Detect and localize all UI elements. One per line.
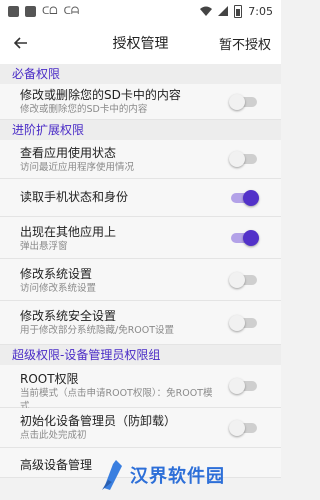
permission-row-secure-settings[interactable]: 修改系统安全设置 用于修改部分系统隐藏/免ROOT设置 xyxy=(0,301,281,345)
co-icon: ᑕᗩ xyxy=(63,5,80,17)
permission-subtitle: 访问修改系统设置 xyxy=(20,283,97,294)
toggle-switch[interactable] xyxy=(229,151,259,167)
watermark: 汉界软件园 xyxy=(100,450,281,500)
signal-icon xyxy=(218,6,229,16)
permission-title: 修改系统安全设置 xyxy=(20,309,117,323)
back-arrow-icon xyxy=(14,37,27,49)
logo-icon xyxy=(102,460,122,490)
battery-icon xyxy=(234,4,243,18)
permission-title: 修改或删除您的SD卡中的内容 xyxy=(20,88,181,102)
toggle-switch[interactable] xyxy=(229,315,259,331)
permission-row-overlay[interactable]: 出现在其他应用上 弹出悬浮窗 xyxy=(0,217,281,259)
toggle-switch[interactable] xyxy=(229,420,259,436)
toggle-switch[interactable] xyxy=(229,190,259,206)
status-bar: ᑕᗝ ᑕᗩ 7:05 xyxy=(0,0,281,22)
permission-subtitle: 弹出悬浮窗 xyxy=(20,241,68,252)
section-header-advanced: 进阶扩展权限 xyxy=(0,120,281,140)
permission-row-phone-state[interactable]: 读取手机状态和身份 xyxy=(0,179,281,217)
permission-subtitle: 点击此处完成初 xyxy=(20,430,87,441)
square-icon xyxy=(8,5,19,17)
permission-subtitle: 访问最近应用程序使用情况 xyxy=(20,162,135,173)
permission-row-root[interactable]: ROOT权限 当前模式（点击申请ROOT权限）：免ROOT模式 xyxy=(0,365,281,412)
wifi-icon xyxy=(200,6,213,16)
status-time: 7:05 xyxy=(248,4,273,18)
toggle-switch[interactable] xyxy=(229,378,259,394)
toggle-switch[interactable] xyxy=(229,272,259,288)
permission-row-sd-card[interactable]: 修改或删除您的SD卡中的内容 修改或删除您的SD卡中的内容 xyxy=(0,84,281,120)
watermark-text: 汉界软件园 xyxy=(130,466,225,487)
permission-row-usage-stats[interactable]: 查看应用使用状态 访问最近应用程序使用情况 xyxy=(0,140,281,179)
permission-title: 读取手机状态和身份 xyxy=(20,190,129,204)
section-header-required: 必备权限 xyxy=(0,64,281,84)
permission-title: ROOT权限 xyxy=(20,372,79,386)
permission-title: 初始化设备管理员（防卸载） xyxy=(20,414,177,428)
permission-title: 修改系统设置 xyxy=(20,267,93,281)
permission-row-system-settings[interactable]: 修改系统设置 访问修改系统设置 xyxy=(0,259,281,301)
permission-title: 查看应用使用状态 xyxy=(20,146,117,160)
permission-subtitle: 用于修改部分系统隐藏/免ROOT设置 xyxy=(20,325,175,336)
status-bar-system-icons: 7:05 xyxy=(200,4,273,18)
permission-list: 必备权限 修改或删除您的SD卡中的内容 修改或删除您的SD卡中的内容 进阶扩展权… xyxy=(0,64,281,500)
back-button[interactable] xyxy=(10,32,32,54)
section-header-super: 超级权限-设备管理员权限组 xyxy=(0,345,281,365)
skip-authorization-button[interactable]: 暂不授权 xyxy=(219,34,271,53)
permission-title: 出现在其他应用上 xyxy=(20,225,117,239)
toggle-switch[interactable] xyxy=(229,94,259,110)
permission-subtitle: 修改或删除您的SD卡中的内容 xyxy=(20,104,148,115)
square-icon xyxy=(25,5,36,17)
co-icon: ᑕᗝ xyxy=(42,5,58,17)
app-bar: 授权管理 暂不授权 xyxy=(0,22,281,64)
status-bar-notification-icons: ᑕᗝ ᑕᗩ xyxy=(8,5,80,17)
permission-row-device-admin[interactable]: 初始化设备管理员（防卸载） 点击此处完成初 xyxy=(0,408,281,448)
toggle-switch[interactable] xyxy=(229,230,259,246)
